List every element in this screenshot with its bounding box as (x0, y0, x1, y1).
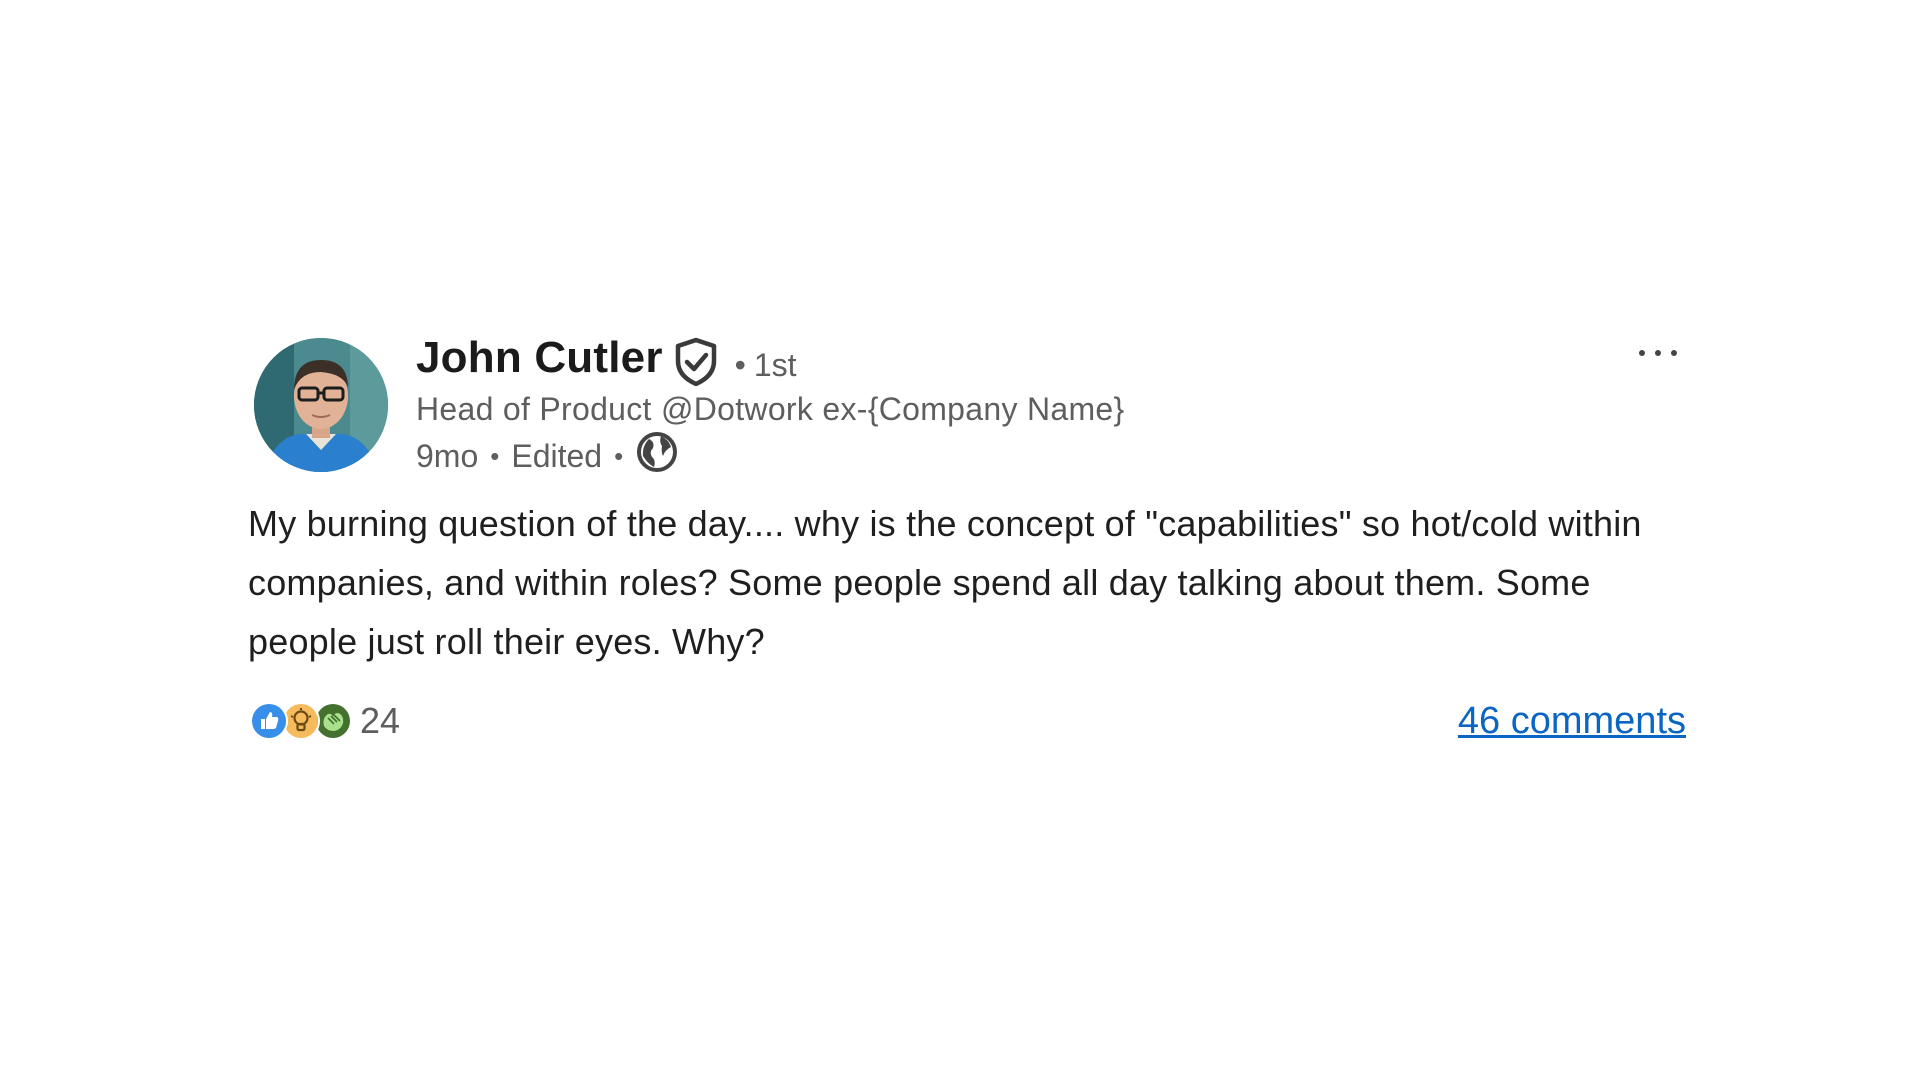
verified-shield-icon (673, 337, 719, 387)
more-dot (1671, 350, 1677, 356)
more-dot (1639, 350, 1645, 356)
meta-separator: • (490, 440, 500, 471)
reaction-count: 24 (360, 700, 401, 741)
degree-dot: • (734, 346, 746, 383)
connection-degree: • 1st (735, 347, 797, 384)
reaction-icons (250, 702, 352, 740)
feed-post: John Cutler • 1st Head of Product @Dotwor… (248, 330, 1688, 750)
reactions-summary[interactable]: 24 (250, 700, 400, 742)
author-row: John Cutler • 1st (416, 330, 1125, 387)
more-dot (1655, 350, 1661, 356)
avatar-image (254, 338, 388, 472)
meta-separator: • (614, 440, 624, 471)
post-time[interactable]: 9mo (416, 438, 478, 475)
like-reaction-icon (250, 702, 288, 740)
comments-link[interactable]: 46 comments (1458, 700, 1686, 743)
post-text: My burning question of the day.... why i… (248, 503, 1642, 662)
globe-icon (635, 430, 679, 474)
avatar[interactable] (254, 338, 388, 472)
degree-label: 1st (753, 346, 797, 383)
edited-label: Edited (511, 437, 603, 474)
more-options-icon[interactable] (1628, 338, 1688, 368)
social-counts: 24 46 comments (250, 696, 1692, 746)
author-name[interactable]: John Cutler (416, 333, 663, 383)
author-headline: Head of Product @Dotwork ex-{Company Nam… (416, 391, 1125, 427)
post-header: John Cutler • 1st Head of Product @Dotwor… (416, 330, 1125, 480)
post-meta: 9mo • Edited • (416, 432, 1125, 480)
